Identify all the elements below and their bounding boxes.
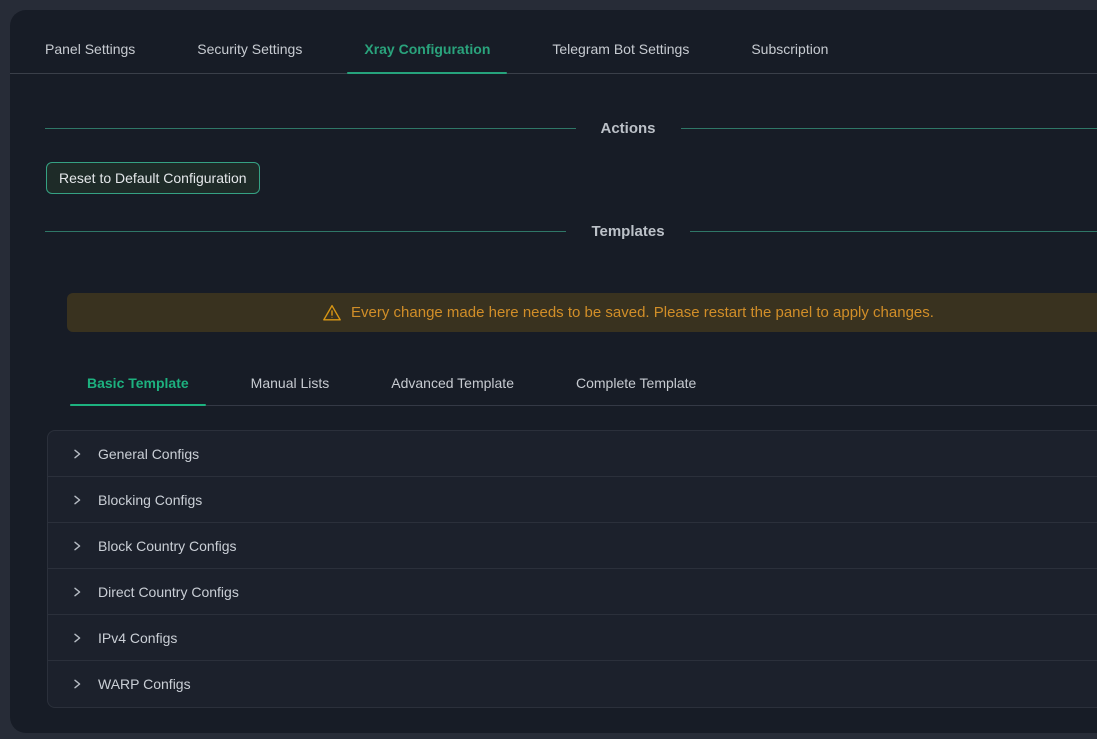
warning-triangle-icon — [322, 303, 342, 323]
divider-line — [690, 231, 1097, 232]
tab-xray-configuration[interactable]: Xray Configuration — [347, 29, 507, 73]
chevron-right-icon — [71, 632, 83, 644]
xray-configuration-page: { "colors": { "outer_background": "#272c… — [0, 0, 1097, 739]
divider-line — [681, 128, 1097, 129]
warning-banner-text: Every change made here needs to be saved… — [351, 304, 934, 321]
chevron-right-icon — [71, 678, 83, 690]
tab-telegram-bot-settings[interactable]: Telegram Bot Settings — [535, 29, 706, 73]
collapse-header-label: Blocking Configs — [98, 492, 202, 508]
tab-panel-settings[interactable]: Panel Settings — [28, 29, 152, 73]
collapse-ipv4-configs[interactable]: IPv4 Configs — [48, 615, 1097, 661]
template-tab-bar: Basic Template Manual Lists Advanced Tem… — [70, 365, 1097, 406]
collapse-general-configs[interactable]: General Configs — [48, 431, 1097, 477]
collapse-header-label: General Configs — [98, 446, 199, 462]
tab-complete-template[interactable]: Complete Template — [559, 365, 713, 405]
settings-tab-bar: Panel Settings Security Settings Xray Co… — [10, 29, 1097, 74]
divider-line — [45, 231, 566, 232]
collapse-direct-country-configs[interactable]: Direct Country Configs — [48, 569, 1097, 615]
tab-advanced-template[interactable]: Advanced Template — [374, 365, 531, 405]
restart-warning-banner: Every change made here needs to be saved… — [67, 293, 1097, 332]
config-collapse-group: General Configs Blocking Configs Block C… — [47, 430, 1097, 708]
reset-to-default-button[interactable]: Reset to Default Configuration — [46, 162, 260, 194]
collapse-warp-configs[interactable]: WARP Configs — [48, 661, 1097, 707]
collapse-blocking-configs[interactable]: Blocking Configs — [48, 477, 1097, 523]
tab-basic-template[interactable]: Basic Template — [70, 365, 206, 405]
collapse-block-country-configs[interactable]: Block Country Configs — [48, 523, 1097, 569]
actions-divider: Actions — [45, 118, 1097, 139]
divider-line — [45, 128, 576, 129]
chevron-right-icon — [71, 586, 83, 598]
templates-divider: Templates — [45, 221, 1097, 242]
chevron-right-icon — [71, 448, 83, 460]
templates-divider-label: Templates — [566, 221, 689, 242]
collapse-header-label: IPv4 Configs — [98, 630, 177, 646]
tab-manual-lists[interactable]: Manual Lists — [234, 365, 347, 405]
collapse-header-label: Direct Country Configs — [98, 584, 239, 600]
collapse-header-label: Block Country Configs — [98, 538, 237, 554]
chevron-right-icon — [71, 540, 83, 552]
settings-card: Panel Settings Security Settings Xray Co… — [10, 10, 1097, 733]
tab-subscription[interactable]: Subscription — [734, 29, 845, 73]
actions-divider-label: Actions — [576, 118, 681, 139]
chevron-right-icon — [71, 494, 83, 506]
tab-security-settings[interactable]: Security Settings — [180, 29, 319, 73]
collapse-header-label: WARP Configs — [98, 676, 191, 692]
